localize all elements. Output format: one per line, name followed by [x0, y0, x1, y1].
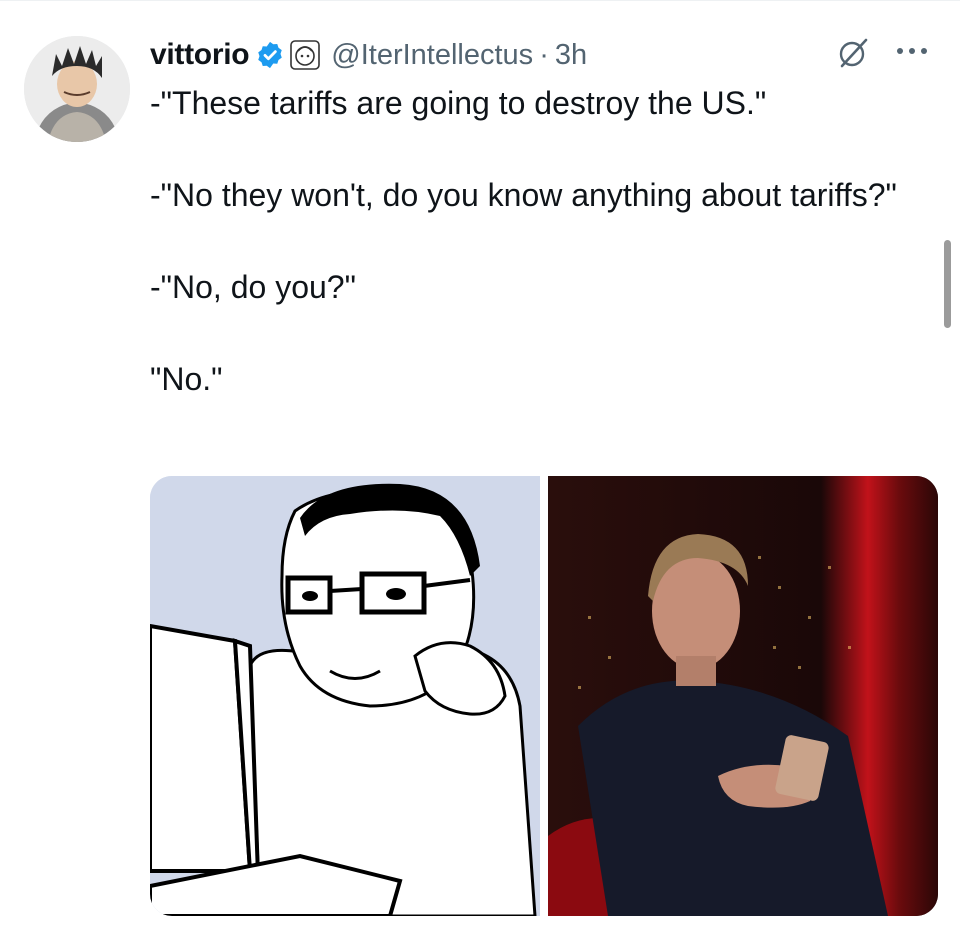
media-image-left[interactable] [150, 476, 540, 916]
separator-dot: · [539, 38, 549, 71]
tweet-line: -"These tariffs are going to destroy the… [150, 85, 767, 121]
author-handle[interactable]: @IterIntellectus [331, 39, 533, 72]
tweet-line: -"No, do you?" [150, 269, 356, 305]
verified-badge-icon [255, 40, 285, 70]
avatar[interactable] [24, 36, 130, 142]
tweet-media[interactable] [150, 476, 938, 916]
tweet-line: "No." [150, 361, 223, 397]
scrollbar[interactable] [944, 240, 951, 328]
more-options-icon[interactable] [890, 38, 938, 64]
tweet-text: -"These tariffs are going to destroy the… [150, 80, 910, 402]
grok-icon[interactable] [836, 36, 870, 70]
media-image-right[interactable] [548, 476, 938, 916]
display-name[interactable]: vittorio [150, 38, 250, 72]
affiliation-avatar-icon[interactable] [289, 39, 321, 71]
tweet-line: -"No they won't, do you know anything ab… [150, 177, 897, 213]
timestamp[interactable]: 3h [555, 39, 587, 72]
tweet-header: vittorio @IterIntellectus · 3h [150, 30, 587, 80]
top-divider [0, 0, 960, 1]
